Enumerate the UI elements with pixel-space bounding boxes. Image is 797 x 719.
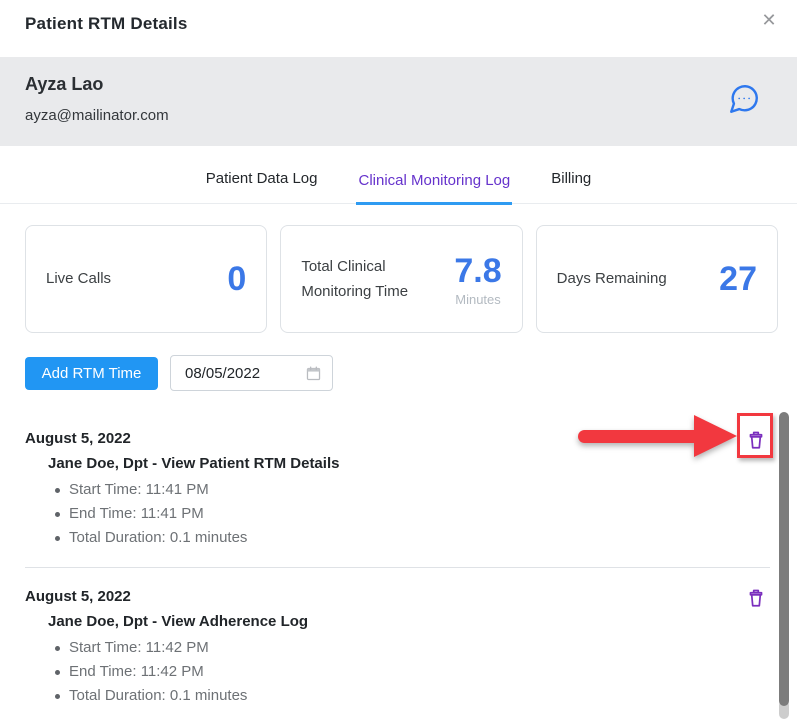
stat-unit: Minutes	[455, 291, 501, 307]
stats-row: Live Calls 0 Total Clinical Monitoring T…	[25, 225, 778, 333]
patient-name: Ayza Lao	[25, 74, 104, 94]
stat-label: Days Remaining	[556, 270, 667, 288]
stat-value-block: 7.8 Minutes	[454, 252, 501, 307]
tab-bar: Patient Data Log Clinical Monitoring Log…	[0, 146, 797, 205]
stat-value: 0	[227, 259, 247, 298]
chat-message-button[interactable]	[727, 82, 761, 116]
log-detail-start-time: Start Time: 11:42 PM	[55, 639, 730, 657]
stat-label: Total Clinical Monitoring Time	[301, 257, 409, 301]
tab-billing[interactable]: Billing	[549, 170, 593, 203]
delete-entry-button[interactable]	[742, 426, 770, 454]
stat-card-live-calls: Live Calls 0	[25, 225, 268, 333]
patient-rtm-details-modal: Patient RTM Details ✕ Ayza Lao ayza@mail…	[0, 0, 797, 719]
add-rtm-time-button[interactable]: Add RTM Time	[25, 356, 158, 390]
close-icon[interactable]: ✕	[755, 6, 783, 34]
trash-icon	[745, 429, 767, 451]
clinical-monitoring-log-list: August 5, 2022 Jane Doe, Dpt - View Pati…	[25, 410, 770, 719]
log-entry-date: August 5, 2022	[25, 588, 131, 605]
log-entry-title: Jane Doe, Dpt - View Adherence Log	[48, 613, 309, 630]
stat-value: 7.8	[454, 251, 502, 290]
log-entry-details: Start Time: 11:41 PM End Time: 11:41 PM …	[55, 481, 730, 547]
stat-value: 27	[719, 259, 757, 298]
stat-card-days-remaining: Days Remaining 27	[535, 225, 778, 333]
log-entry-details: Start Time: 11:42 PM End Time: 11:42 PM …	[55, 639, 730, 705]
patient-banner: Ayza Lao ayza@mailinator.com	[0, 57, 797, 146]
stat-card-monitoring-time: Total Clinical Monitoring Time 7.8 Minut…	[280, 225, 523, 333]
scrollbar-thumb[interactable]	[779, 412, 789, 706]
log-detail-end-time: End Time: 11:42 PM	[55, 663, 730, 681]
trash-icon	[745, 587, 767, 609]
log-detail-duration: Total Duration: 0.1 minutes	[55, 529, 730, 547]
log-entry-date: August 5, 2022	[25, 430, 131, 447]
page-title: Patient RTM Details	[25, 14, 188, 33]
delete-entry-button[interactable]	[742, 584, 770, 612]
date-input[interactable]	[185, 364, 290, 382]
log-entry: August 5, 2022 Jane Doe, Dpt - View Pati…	[25, 410, 770, 568]
chat-bubble-icon	[727, 85, 761, 119]
log-entry: August 5, 2022 Jane Doe, Dpt - View Adhe…	[25, 568, 770, 719]
tab-clinical-monitoring-log[interactable]: Clinical Monitoring Log	[356, 172, 513, 205]
patient-email: ayza@mailinator.com	[25, 107, 169, 124]
modal-header: Patient RTM Details ✕	[0, 0, 797, 57]
log-entry-title: Jane Doe, Dpt - View Patient RTM Details	[48, 455, 340, 472]
log-detail-end-time: End Time: 11:41 PM	[55, 505, 730, 523]
tab-patient-data-log[interactable]: Patient Data Log	[204, 170, 320, 203]
calendar-icon[interactable]	[305, 365, 322, 382]
log-detail-duration: Total Duration: 0.1 minutes	[55, 687, 730, 705]
stat-label: Live Calls	[46, 270, 112, 288]
actions-row: Add RTM Time	[25, 355, 333, 391]
date-picker-field[interactable]	[170, 355, 333, 391]
log-detail-start-time: Start Time: 11:41 PM	[55, 481, 730, 499]
